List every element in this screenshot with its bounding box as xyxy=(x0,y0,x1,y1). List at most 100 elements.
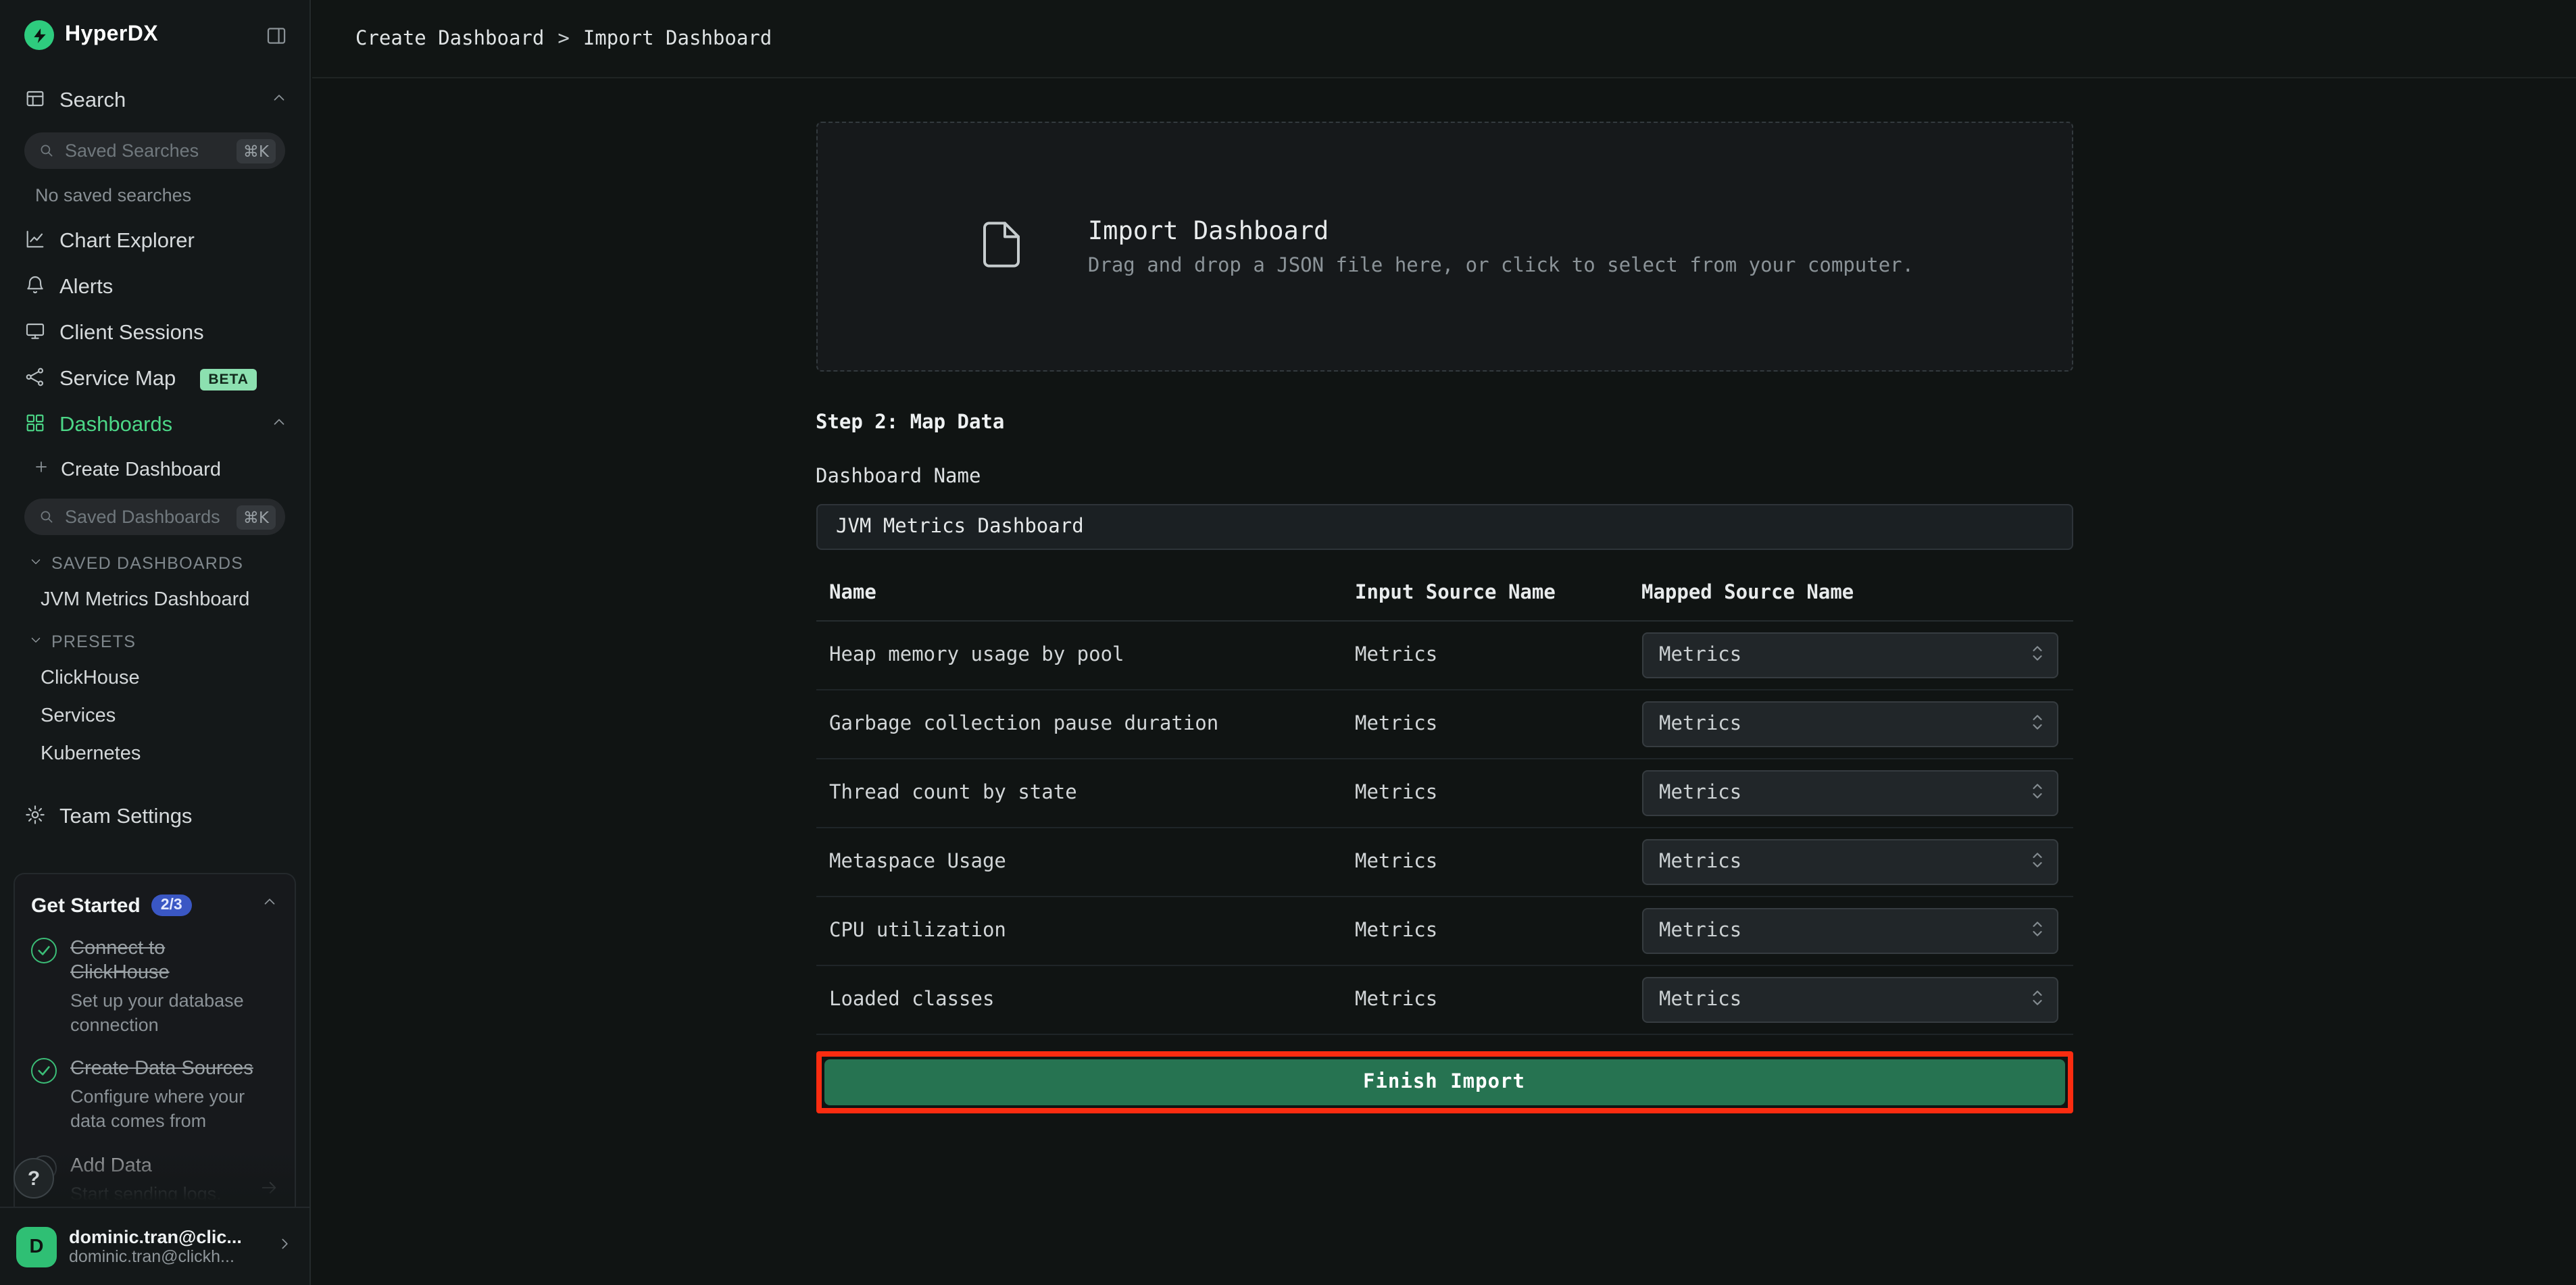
import-column: Import Dashboard Drag and drop a JSON fi… xyxy=(816,78,2073,1285)
mapped-source-select[interactable]: Metrics xyxy=(1641,908,2058,954)
mapped-source-select[interactable]: Metrics xyxy=(1641,977,2058,1023)
import-dropzone[interactable]: Import Dashboard Drag and drop a JSON fi… xyxy=(816,122,2073,372)
select-value: Metrics xyxy=(1659,851,1741,873)
preset-item-kubernetes[interactable]: Kubernetes xyxy=(0,735,309,773)
chevron-updown-icon xyxy=(2029,642,2044,668)
get-started-header[interactable]: Get Started 2/3 xyxy=(31,893,278,917)
sidebar-item-label: Client Sessions xyxy=(59,322,204,346)
search-section-icon xyxy=(24,87,46,116)
shortcut-badge: ⌘K xyxy=(237,138,276,163)
chevron-up-icon[interactable] xyxy=(261,893,278,917)
content: Import Dashboard Drag and drop a JSON fi… xyxy=(312,78,2576,1285)
select-value: Metrics xyxy=(1659,782,1741,804)
saved-dashboards-caption[interactable]: SAVED DASHBOARDS xyxy=(0,546,309,581)
user-email: dominic.tran@clickh... xyxy=(69,1247,242,1266)
row-input-source: Metrics xyxy=(1355,713,1641,735)
saved-searches-placeholder: Saved Searches xyxy=(65,141,199,161)
get-started-item-text: Connect to ClickHouse Set up your databa… xyxy=(70,936,262,1037)
get-started-item-sources[interactable]: Create Data Sources Configure where your… xyxy=(31,1057,278,1133)
sidebar-item-alerts[interactable]: Alerts xyxy=(0,265,309,311)
column-header-mapped-source: Mapped Source Name xyxy=(1641,582,2073,604)
sidebar-header: HyperDX xyxy=(0,0,309,70)
hyperdx-logo-icon xyxy=(24,20,54,50)
saved-searches-input[interactable]: Saved Searches ⌘K xyxy=(24,132,285,169)
select-value: Metrics xyxy=(1659,920,1741,942)
progress-badge: 2/3 xyxy=(151,895,192,916)
mapped-source-select[interactable]: Metrics xyxy=(1641,701,2058,747)
chevron-down-icon xyxy=(28,632,43,651)
user-menu[interactable]: D dominic.tran@clic... dominic.tran@clic… xyxy=(0,1207,309,1285)
mapped-source-select[interactable]: Metrics xyxy=(1641,839,2058,885)
chevron-updown-icon xyxy=(2029,849,2044,875)
dashboard-name-input[interactable] xyxy=(816,504,2073,550)
beta-badge: BETA xyxy=(200,369,257,390)
preset-item-clickhouse[interactable]: ClickHouse xyxy=(0,659,309,697)
sidebar: HyperDX Search Saved Searches ⌘K No save… xyxy=(0,0,311,1285)
preset-item-services[interactable]: Services xyxy=(0,697,309,735)
create-dashboard-button[interactable]: Create Dashboard xyxy=(0,449,309,490)
screenshot-stage: HyperDX Search Saved Searches ⌘K No save… xyxy=(0,0,2576,1285)
sidebar-item-chart-explorer[interactable]: Chart Explorer xyxy=(0,219,309,265)
get-started-item-connect[interactable]: Connect to ClickHouse Set up your databa… xyxy=(31,936,278,1037)
get-started-item-add-data[interactable]: Add Data Start sending logs, metrics, or… xyxy=(31,1153,278,1207)
chevron-down-icon xyxy=(28,554,43,573)
mapped-source-select[interactable]: Metrics xyxy=(1641,770,2058,816)
sidebar-item-service-map[interactable]: Service Map BETA xyxy=(0,357,309,403)
chevron-updown-icon xyxy=(2029,711,2044,737)
row-name: Metaspace Usage xyxy=(816,851,1355,873)
get-started-title: Get Started xyxy=(31,894,141,917)
sidebar-item-label: Alerts xyxy=(59,276,113,300)
presets-caption[interactable]: PRESETS xyxy=(0,624,309,659)
get-started-item-text: Add Data Start sending logs, metrics, or… xyxy=(70,1153,246,1207)
no-saved-searches-text: No saved searches xyxy=(0,174,309,219)
mapping-table: Name Input Source Name Mapped Source Nam… xyxy=(816,582,2073,1035)
help-button[interactable]: ? xyxy=(14,1158,54,1199)
column-header-input-source: Input Source Name xyxy=(1355,582,1641,604)
row-input-source: Metrics xyxy=(1355,645,1641,666)
dashboards-grid-icon xyxy=(24,411,46,440)
sidebar-item-label: Dashboards xyxy=(59,413,172,438)
row-name: Loaded classes xyxy=(816,989,1355,1011)
row-name: CPU utilization xyxy=(816,920,1355,942)
breadcrumb-create-dashboard[interactable]: Create Dashboard xyxy=(355,28,544,49)
get-started-item-subtitle: Start sending logs, metrics, or traces xyxy=(70,1182,246,1207)
get-started-item-subtitle: Configure where your data comes from xyxy=(70,1086,262,1133)
row-input-source: Metrics xyxy=(1355,851,1641,873)
chevron-updown-icon xyxy=(2029,780,2044,806)
chevron-updown-icon xyxy=(2029,918,2044,944)
table-row: Metaspace Usage Metrics Metrics xyxy=(816,828,2073,897)
column-header-name: Name xyxy=(816,582,1355,604)
app-name: HyperDX xyxy=(65,23,158,47)
shortcut-badge: ⌘K xyxy=(237,505,276,529)
saved-dashboard-item[interactable]: JVM Metrics Dashboard xyxy=(0,581,309,619)
bell-icon xyxy=(24,274,46,302)
sidebar-section-search[interactable]: Search xyxy=(0,78,309,124)
avatar: D xyxy=(16,1226,57,1267)
chevron-up-icon xyxy=(270,413,288,438)
table-header: Name Input Source Name Mapped Source Nam… xyxy=(816,582,2073,622)
annotation-highlight: Finish Import xyxy=(816,1051,2073,1113)
saved-dashboards-input[interactable]: Saved Dashboards ⌘K xyxy=(24,499,285,535)
select-value: Metrics xyxy=(1659,645,1741,666)
get-started-item-title: Connect to ClickHouse xyxy=(70,936,262,986)
sidebar-item-label: Chart Explorer xyxy=(59,230,195,254)
sidebar-item-dashboards[interactable]: Dashboards xyxy=(0,403,309,449)
arrow-right-icon xyxy=(259,1178,278,1204)
sidebar-item-client-sessions[interactable]: Client Sessions xyxy=(0,311,309,357)
sidebar-item-team-settings[interactable]: Team Settings xyxy=(0,795,309,840)
sidebar-collapse-icon[interactable] xyxy=(265,24,288,47)
get-started-item-title: Add Data xyxy=(70,1153,246,1178)
chart-icon xyxy=(24,228,46,256)
select-value: Metrics xyxy=(1659,989,1741,1011)
select-value: Metrics xyxy=(1659,713,1741,735)
table-row: Garbage collection pause duration Metric… xyxy=(816,690,2073,759)
main-area: Create Dashboard > Import Dashboard Impo… xyxy=(312,0,2576,1285)
finish-import-button[interactable]: Finish Import xyxy=(824,1059,2064,1105)
table-row: Thread count by state Metrics Metrics xyxy=(816,759,2073,828)
get-started-items: Connect to ClickHouse Set up your databa… xyxy=(31,936,278,1207)
row-name: Heap memory usage by pool xyxy=(816,645,1355,666)
mapped-source-select[interactable]: Metrics xyxy=(1641,632,2058,678)
row-input-source: Metrics xyxy=(1355,920,1641,942)
app-logo[interactable]: HyperDX xyxy=(24,20,158,50)
monitor-icon xyxy=(24,320,46,348)
